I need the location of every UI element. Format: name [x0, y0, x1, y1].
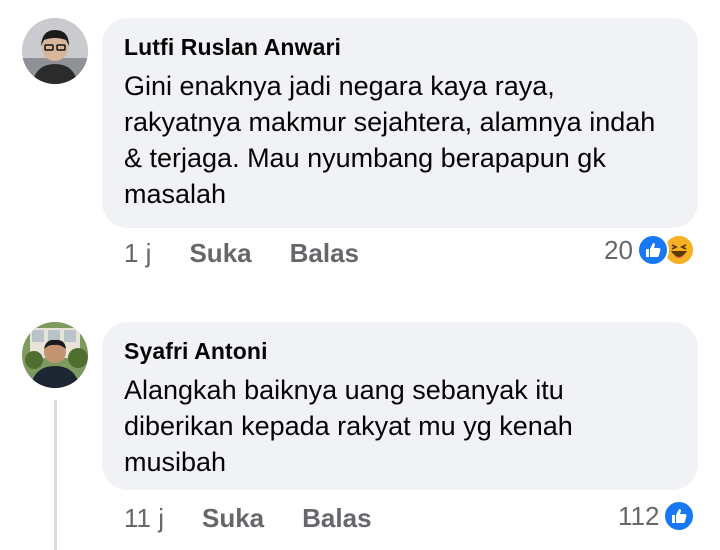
avatar-photo	[22, 322, 88, 388]
avatar[interactable]	[22, 322, 88, 388]
like-icon	[636, 234, 669, 266]
comment-author[interactable]: Lutfi Ruslan Anwari	[124, 32, 678, 62]
avatar[interactable]	[22, 18, 88, 84]
comment-text: Alangkah baiknya uang sebanyak itu diber…	[124, 375, 573, 477]
comment-timestamp[interactable]: 11 j	[124, 503, 164, 534]
like-button[interactable]: Suka	[189, 238, 251, 269]
comment-bubble: Lutfi Ruslan Anwari Gini enaknya jadi ne…	[102, 18, 698, 228]
reaction-count: 112	[618, 500, 660, 531]
reaction-summary[interactable]: 20	[604, 234, 695, 266]
comment-actions: 11 j Suka Balas	[124, 503, 410, 534]
reply-button[interactable]: Balas	[302, 503, 371, 534]
like-icon	[663, 500, 696, 532]
comment-text: Gini enaknya jadi negara kaya raya, raky…	[124, 71, 656, 209]
reaction-count: 20	[604, 234, 633, 265]
thread-line	[54, 400, 57, 550]
reaction-summary[interactable]: 112	[618, 500, 696, 532]
comment-bubble: Syafri Antoni Alangkah baiknya uang seba…	[102, 322, 698, 490]
reply-button[interactable]: Balas	[290, 238, 359, 269]
avatar-photo	[22, 18, 88, 84]
comment-actions: 1 j Suka Balas	[124, 238, 397, 269]
comment-author[interactable]: Syafri Antoni	[124, 336, 678, 366]
like-button[interactable]: Suka	[202, 503, 264, 534]
comment-timestamp[interactable]: 1 j	[124, 238, 151, 269]
